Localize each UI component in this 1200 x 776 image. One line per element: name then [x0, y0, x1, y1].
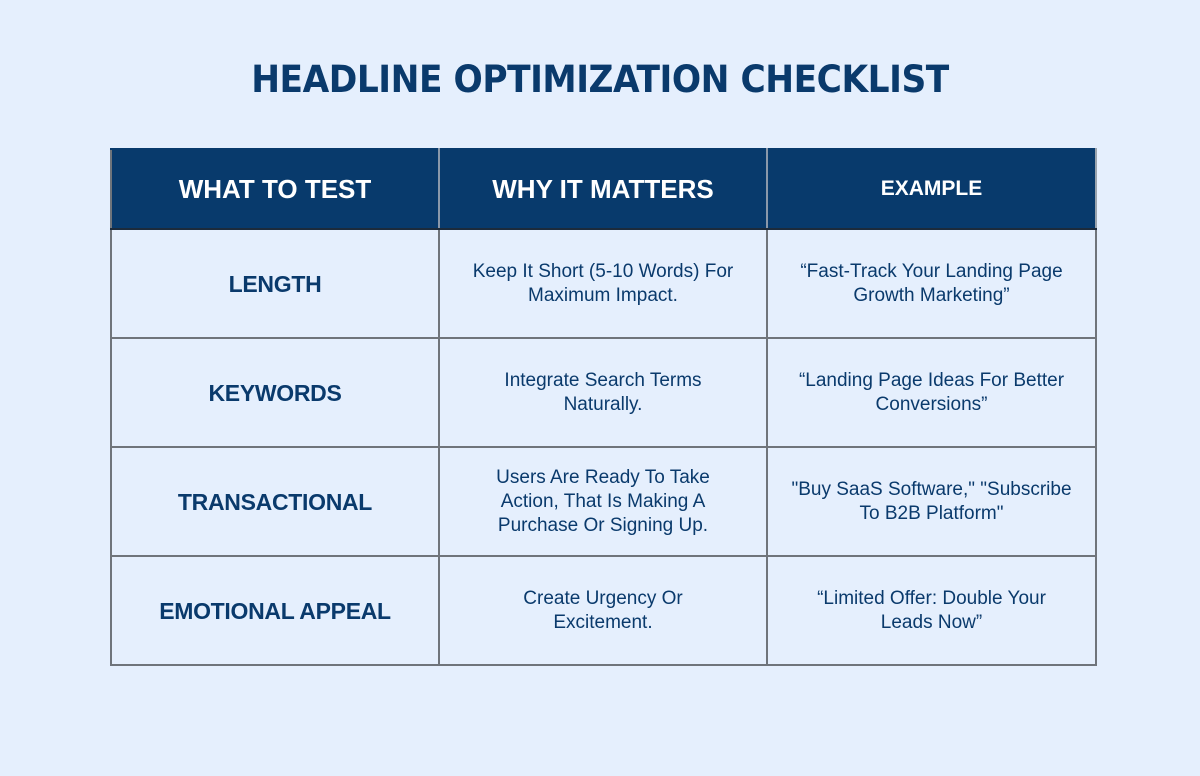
checklist-table: WHAT TO TEST WHY IT MATTERS EXAMPLE LENG… — [110, 148, 1097, 666]
example-cell: “Limited Offer: Double Your Leads Now” — [766, 555, 1097, 666]
why-cell: Integrate Search Terms Naturally. — [438, 337, 768, 448]
why-cell: Keep It Short (5-10 Words) For Maximum I… — [438, 228, 768, 339]
example-cell: “Fast-Track Your Landing Page Growth Mar… — [766, 228, 1097, 339]
why-cell: Create Urgency Or Excitement. — [438, 555, 768, 666]
why-cell: Users Are Ready To Take Action, That Is … — [438, 446, 768, 557]
column-header-example: EXAMPLE — [766, 148, 1097, 230]
test-cell: EMOTIONAL APPEAL — [110, 555, 440, 666]
test-cell: TRANSACTIONAL — [110, 446, 440, 557]
example-cell: "Buy SaaS Software," "Subscribe To B2B P… — [766, 446, 1097, 557]
table-row: TRANSACTIONAL Users Are Ready To Take Ac… — [110, 446, 1097, 557]
column-header-what-to-test: WHAT TO TEST — [110, 148, 440, 230]
test-cell: KEYWORDS — [110, 337, 440, 448]
table-row: EMOTIONAL APPEAL Create Urgency Or Excit… — [110, 555, 1097, 666]
example-cell: “Landing Page Ideas For Better Conversio… — [766, 337, 1097, 448]
table-row: LENGTH Keep It Short (5-10 Words) For Ma… — [110, 228, 1097, 339]
test-cell: LENGTH — [110, 228, 440, 339]
table-row: KEYWORDS Integrate Search Terms Naturall… — [110, 337, 1097, 448]
page-title: HEADLINE OPTIMIZATION CHECKLIST — [251, 58, 949, 101]
column-header-why-it-matters: WHY IT MATTERS — [438, 148, 768, 230]
table-header-row: WHAT TO TEST WHY IT MATTERS EXAMPLE — [110, 148, 1097, 230]
